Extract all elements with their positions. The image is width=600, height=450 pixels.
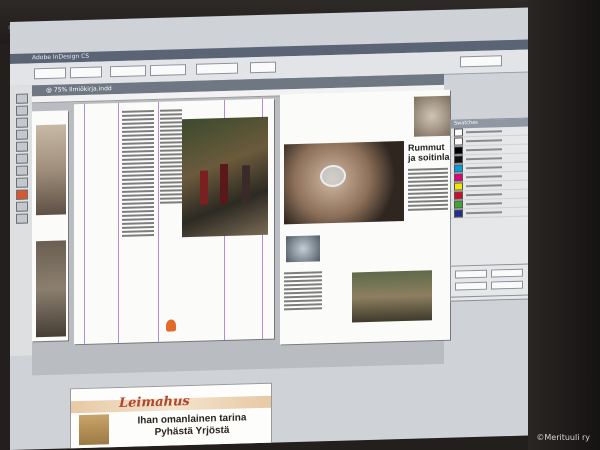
direct-selection-tool-icon[interactable] [16, 105, 28, 116]
girl-face-photo[interactable] [284, 140, 404, 225]
tools-panel [10, 85, 33, 357]
text-column[interactable] [408, 167, 448, 229]
text-column[interactable] [284, 271, 322, 332]
flame-logo-icon [166, 319, 176, 332]
panel-field[interactable] [491, 280, 523, 290]
drum-photo[interactable] [414, 95, 450, 137]
stroke-field[interactable] [196, 62, 238, 75]
panel-field[interactable] [491, 268, 523, 278]
height-field[interactable] [150, 64, 186, 77]
previous-page[interactable] [32, 110, 68, 342]
portrait-photo[interactable] [36, 124, 66, 216]
monitor-screen: Adobe InDesign CS @ 75% Ilmiökirja.indd [10, 7, 528, 450]
text-column[interactable] [122, 109, 154, 311]
zoom-tool-icon[interactable] [16, 213, 28, 224]
pen-tool-icon[interactable] [16, 117, 28, 128]
app-title: Adobe InDesign CS [32, 52, 90, 62]
type-tool-icon[interactable] [16, 129, 28, 140]
swatch-label [466, 148, 502, 152]
document-tab-label: @ 75% Ilmiökirja.indd [46, 85, 112, 94]
panel-field[interactable] [455, 281, 487, 291]
y-field[interactable] [70, 66, 102, 79]
column-guide [158, 101, 159, 342]
bottom-headline: Ihan omanlainen tarina Pyhästä Yrjöstä [117, 412, 267, 440]
swatch-label [466, 157, 502, 161]
swatch-label [466, 211, 502, 215]
swatch-label [466, 130, 502, 134]
swatch-label [466, 184, 502, 188]
swatch-label [466, 202, 502, 206]
line-tool-icon[interactable] [16, 153, 28, 164]
left-page[interactable] [74, 98, 274, 345]
swatch-item[interactable] [451, 207, 528, 219]
forest-photo[interactable] [36, 240, 66, 338]
pencil-tool-icon[interactable] [16, 141, 28, 152]
selection-tool-icon[interactable] [16, 93, 28, 104]
swatch-label [466, 193, 502, 197]
small-drum-photo[interactable] [286, 235, 320, 263]
bottom-page[interactable]: Leimahus Ihan omanlainen tarina Pyhästä … [70, 382, 272, 450]
scale-field[interactable] [250, 61, 276, 74]
x-field[interactable] [34, 67, 66, 80]
transform-panel [450, 263, 528, 298]
swatch-label [466, 139, 502, 143]
forest-people-photo[interactable] [182, 116, 268, 238]
swatch-label [466, 166, 502, 170]
leimahus-logo: Leimahus [119, 393, 190, 411]
column-guide [118, 102, 119, 343]
fill-stroke-icon[interactable] [16, 189, 28, 200]
book-cover-thumbnail[interactable] [79, 414, 109, 446]
right-headline: Rummut ja soitinla [408, 141, 450, 163]
frame-tool-icon[interactable] [16, 165, 28, 176]
text-column[interactable] [160, 109, 182, 310]
campfire-group-photo[interactable] [352, 270, 432, 323]
rectangle-tool-icon[interactable] [16, 177, 28, 188]
style-field[interactable] [460, 55, 502, 68]
photo-credit: ©Merituuli ry [536, 433, 590, 442]
panel-field[interactable] [455, 269, 487, 279]
hand-tool-icon[interactable] [16, 201, 28, 212]
width-field[interactable] [110, 65, 146, 78]
swatch-label [466, 175, 502, 179]
monitor-right-bezel [528, 0, 600, 450]
margin-guide [84, 103, 85, 344]
